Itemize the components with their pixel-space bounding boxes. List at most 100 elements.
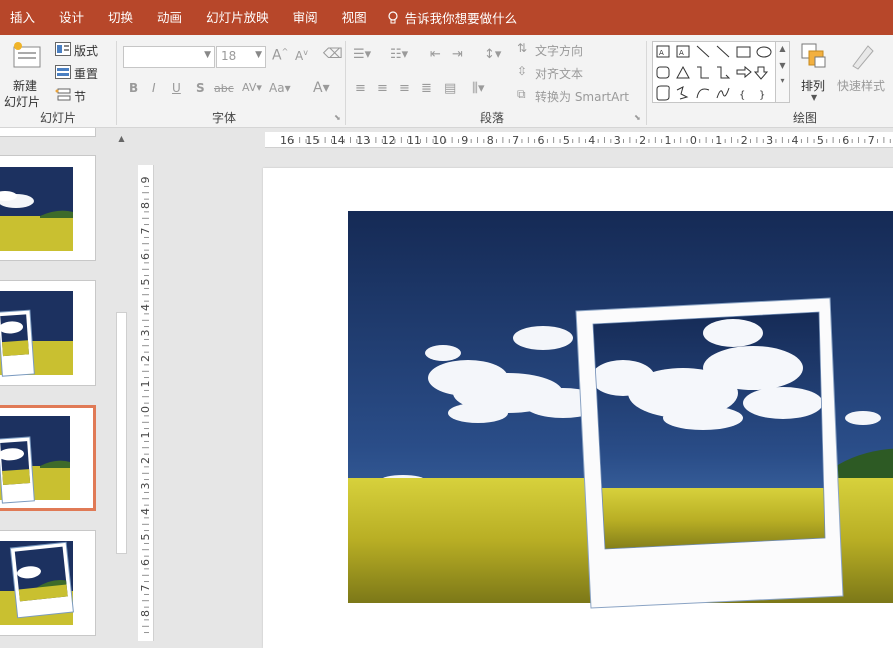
decrease-indent-icon[interactable]: ⇤	[430, 47, 441, 62]
justify-icon[interactable]: ≣	[421, 81, 432, 96]
italic-icon[interactable]: I	[152, 81, 156, 95]
scrollbar-thumb[interactable]	[116, 312, 127, 554]
ruler-label: 7	[139, 585, 152, 592]
numbering-icon[interactable]: ☷▾	[390, 47, 408, 62]
reset-button[interactable]: 重置	[55, 64, 111, 82]
ribbon-tab-bar: 插入 设计 切换 动画 幻灯片放映 审阅 视图 告诉我你想要做什么	[0, 0, 893, 35]
bold-icon[interactable]: B	[129, 81, 138, 95]
reset-label: 重置	[74, 67, 99, 81]
columns-icon[interactable]: ⫼▾	[472, 81, 485, 96]
increase-indent-icon[interactable]: ⇥	[452, 47, 463, 62]
more-icon: ▾	[780, 76, 785, 85]
bullets-icon[interactable]: ☰▾	[353, 47, 371, 62]
thumbnail-scrollbar[interactable]: ▲	[113, 132, 130, 641]
font-size-combobox[interactable]: 18 ▼	[216, 46, 266, 68]
slide-thumbnail-panel: ▲	[0, 128, 130, 641]
quick-styles-button[interactable]: 快速样式	[834, 39, 892, 107]
ruler-label: 1	[665, 134, 672, 147]
arrange-icon	[801, 43, 826, 68]
chevron-up-icon: ▲	[779, 44, 786, 53]
tab-view[interactable]: 视图	[332, 0, 381, 35]
lightbulb-icon	[388, 10, 398, 23]
ruler-label: 6	[139, 253, 152, 260]
align-text-button[interactable]: ⇳ 对齐文本	[517, 64, 597, 82]
ruler-label: 4	[139, 508, 152, 515]
horizontal-ruler-ticks: 16 15 14 13 12 11 10 9 8 7 6 5 4 3 2 1 0 1 2 3 4 5 6 7	[280, 134, 891, 147]
ruler-label: 4	[588, 134, 595, 147]
align-text-icon: ⇳	[517, 64, 528, 78]
clear-formatting-icon[interactable]: ⌫	[323, 46, 343, 62]
ruler-label: 16	[280, 134, 294, 147]
ruler-label: 2	[139, 457, 152, 464]
tab-slideshow[interactable]: 幻灯片放映	[196, 0, 283, 35]
tell-me-box[interactable]: 告诉我你想要做什么	[387, 8, 517, 27]
ruler-label: 11	[407, 134, 421, 147]
quick-styles-icon	[852, 45, 874, 70]
separator	[116, 41, 117, 125]
ruler-label: 7	[512, 134, 519, 147]
increase-font-icon[interactable]: A^	[272, 47, 288, 64]
slide-thumbnail-image	[0, 541, 74, 625]
svg-text:A: A	[679, 49, 684, 57]
ruler-label: 15	[305, 134, 319, 147]
ruler-label: 0	[690, 134, 697, 147]
slide-thumbnail-selected[interactable]	[0, 405, 96, 511]
convert-smartart-button[interactable]: ⧉ 转换为 SmartArt	[517, 87, 637, 105]
new-slide-button[interactable]: 新建 幻灯片	[2, 39, 50, 109]
slide-thumbnail[interactable]	[0, 155, 96, 261]
tab-design[interactable]: 设计	[49, 0, 98, 35]
shapes-gallery[interactable]: A A { }	[652, 41, 776, 103]
align-center-icon[interactable]: ≡	[377, 81, 388, 96]
shadow-icon[interactable]: S	[196, 81, 205, 95]
layout-icon	[55, 42, 71, 56]
photo-frame[interactable]	[575, 297, 844, 609]
font-color-icon[interactable]: A▾	[313, 80, 330, 96]
thumbnail-partial	[0, 128, 96, 137]
slide-canvas[interactable]	[263, 168, 893, 648]
change-case-icon[interactable]: Aa▾	[269, 81, 291, 95]
section-button[interactable]: 节	[55, 87, 111, 105]
vertical-ruler-ticks: 9 8 7 6 5 4 3 2 1 0 1 2 3 4 5 6 7 8	[139, 177, 152, 634]
tab-animations[interactable]: 动画	[147, 0, 196, 35]
chevron-up-icon[interactable]: ▲	[115, 134, 128, 146]
font-name-combobox[interactable]: ▼	[123, 46, 215, 68]
distributed-icon[interactable]: ▤	[444, 81, 456, 96]
slide-thumbnail[interactable]	[0, 530, 96, 636]
slide-thumbnail[interactable]	[0, 280, 96, 386]
horizontal-ruler[interactable]: 16 15 14 13 12 11 10 9 8 7 6 5 4 3 2 1 0 1 2 3 4 5 6 7	[265, 132, 893, 148]
arrange-button[interactable]: 排列 ▼	[794, 39, 834, 107]
shapes-gallery-scroll[interactable]: ▲ ▼ ▾	[776, 41, 790, 103]
ruler-label: 5	[139, 534, 152, 541]
slide-thumbnail-image	[0, 167, 73, 251]
dialog-launcher-icon[interactable]: ⬊	[634, 113, 641, 122]
new-slide-label-2: 幻灯片	[4, 95, 41, 109]
tab-insert[interactable]: 插入	[0, 0, 49, 35]
ruler-label: 5	[139, 279, 152, 286]
underline-icon[interactable]: U	[172, 81, 181, 95]
ruler-label: 5	[817, 134, 824, 147]
svg-text:A: A	[659, 49, 664, 57]
smartart-icon: ⧉	[517, 87, 526, 101]
slide-thumbnail-image	[0, 416, 70, 504]
decrease-font-icon[interactable]: Av	[295, 48, 308, 63]
ruler-label: 1	[139, 432, 152, 439]
separator	[345, 41, 346, 125]
char-spacing-icon[interactable]: AV▾	[242, 81, 262, 94]
align-left-icon[interactable]: ≡	[355, 81, 366, 96]
vertical-ruler[interactable]: 9 8 7 6 5 4 3 2 1 0 1 2 3 4 5 6 7 8	[138, 165, 154, 641]
ruler-label: 4	[792, 134, 799, 147]
slide-thumbnail-image	[0, 291, 73, 377]
ruler-label: 3	[766, 134, 773, 147]
text-direction-button[interactable]: ⇅ 文字方向	[517, 41, 597, 59]
dialog-launcher-icon[interactable]: ⬊	[334, 113, 341, 122]
align-right-icon[interactable]: ≡	[399, 81, 410, 96]
ruler-label: 4	[139, 304, 152, 311]
strikethrough-icon[interactable]: abc	[214, 82, 234, 95]
ruler-label: 3	[614, 134, 621, 147]
tab-transitions[interactable]: 切换	[98, 0, 147, 35]
line-spacing-icon[interactable]: ↕▾	[484, 47, 501, 62]
layout-button[interactable]: 版式	[55, 41, 111, 59]
tab-review[interactable]: 审阅	[283, 0, 332, 35]
ruler-label: 3	[139, 483, 152, 490]
ruler-label: 6	[538, 134, 545, 147]
